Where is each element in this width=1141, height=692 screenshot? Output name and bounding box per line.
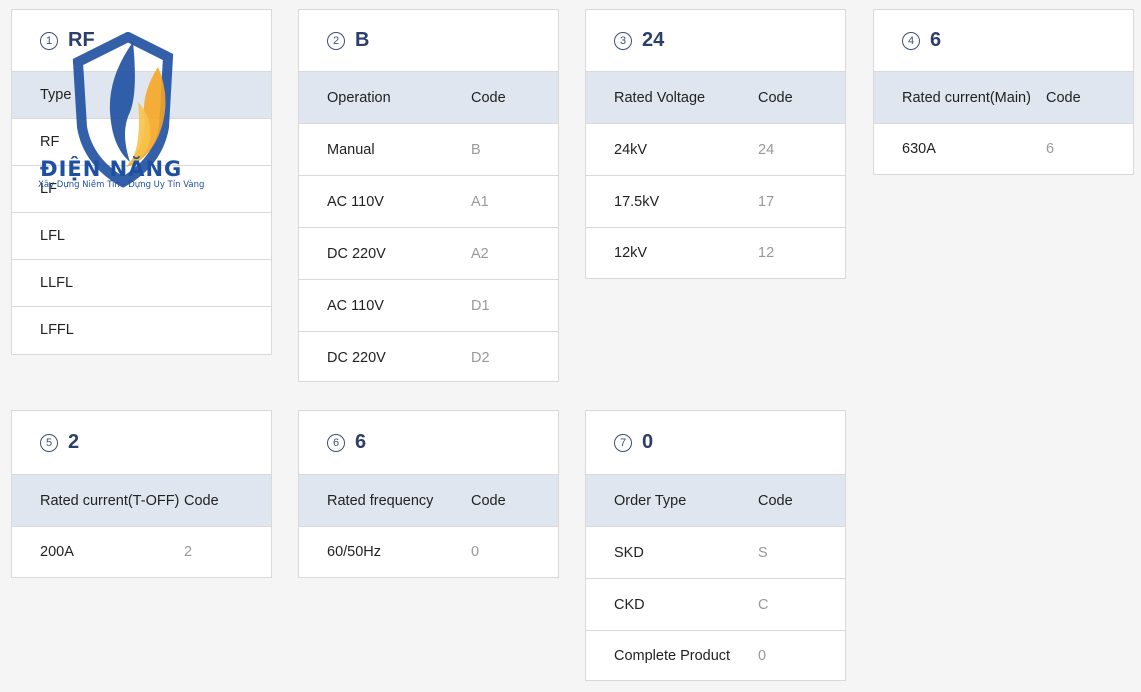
cell-value: LFFL <box>40 322 74 338</box>
cell-value: 630A <box>902 141 936 157</box>
logo-tagline: Xây Dựng Niềm Tin - Dựng Uy Tín Vàng <box>38 180 205 190</box>
table-row: SKD S <box>586 527 845 579</box>
cell-value: 17.5kV <box>614 193 660 210</box>
code-card-6: 6 6 Rated frequency Code 60/50Hz 0 <box>298 410 559 578</box>
column-header: Rated current(Main) <box>902 89 1031 106</box>
table-header-row: Rated current(T-OFF) Code <box>12 475 271 527</box>
cell-value: LLFL <box>40 275 74 291</box>
cell-value: LFL <box>40 228 65 244</box>
card-title: 2 <box>68 431 80 453</box>
cell-code: D1 <box>471 297 490 314</box>
card-title: 6 <box>355 431 367 453</box>
table-header-row: Rated current(Main) Code <box>874 72 1133 124</box>
code-card-3: 3 24 Rated Voltage Code 24kV 24 17.5kV 17 … <box>585 9 846 279</box>
column-header: Operation <box>327 89 391 106</box>
table-header-row: Operation Code <box>299 72 558 124</box>
card-header: 5 2 <box>12 411 271 475</box>
cell-value: SKD <box>614 544 644 561</box>
column-header: Code <box>184 492 219 509</box>
cell-code: S <box>758 544 768 561</box>
cell-code: 0 <box>471 544 480 560</box>
column-header: Code <box>758 492 793 509</box>
table-row: DC 220V A2 <box>299 228 558 280</box>
code-card-4: 4 6 Rated current(Main) Code 630A 6 <box>873 9 1134 175</box>
table-header-row: Rated frequency Code <box>299 475 558 527</box>
code-card-2: 2 B Operation Code Manual B AC 110V A1 DC … <box>298 9 559 382</box>
table-header-row: Order Type Code <box>586 475 845 527</box>
cell-code: A2 <box>471 245 489 262</box>
step-number: 6 <box>327 433 345 452</box>
cell-code: 6 <box>1046 141 1055 157</box>
column-header: Type <box>40 87 72 103</box>
cell-value: Manual <box>327 141 375 158</box>
card-header: 6 6 <box>299 411 558 475</box>
cell-code: A1 <box>471 193 489 210</box>
table-row: 630A 6 <box>874 124 1133 174</box>
table-row: 24kV 24 <box>586 124 845 176</box>
step-number: 4 <box>902 31 920 50</box>
table-row: CKD C <box>586 579 845 631</box>
code-card-7: 7 0 Order Type Code SKD S CKD C Complete P… <box>585 410 846 681</box>
card-title: 6 <box>930 29 942 51</box>
cell-code: C <box>758 596 769 613</box>
cell-code: 12 <box>758 245 775 261</box>
step-number: 2 <box>327 31 345 50</box>
step-number: 7 <box>614 433 632 452</box>
card-title: B <box>355 29 370 51</box>
table-row: AC 110V D1 <box>299 280 558 332</box>
cell-code: 2 <box>184 544 193 560</box>
table-header-row: Type <box>12 72 271 119</box>
table-header-row: Rated Voltage Code <box>586 72 845 124</box>
cell-value: AC 110V <box>327 297 384 314</box>
table-row: 17.5kV 17 <box>586 176 845 228</box>
column-header: Rated current(T-OFF) <box>40 492 180 509</box>
column-header: Code <box>471 492 506 509</box>
step-number: 5 <box>40 433 58 452</box>
table-row: AC 110V A1 <box>299 176 558 228</box>
cell-value: 60/50Hz <box>327 544 382 560</box>
cell-value: 24kV <box>614 141 648 158</box>
cell-code: 0 <box>758 647 767 664</box>
column-header: Code <box>1046 89 1081 106</box>
table-row: 60/50Hz 0 <box>299 527 558 577</box>
column-header: Order Type <box>614 492 687 509</box>
cell-code: D2 <box>471 349 490 366</box>
table-row: LLFL <box>12 260 271 307</box>
code-card-5: 5 2 Rated current(T-OFF) Code 200A 2 <box>11 410 272 578</box>
cell-code: 17 <box>758 193 775 210</box>
card-title: 24 <box>642 29 665 51</box>
column-header: Code <box>758 89 793 106</box>
step-number: 3 <box>614 31 632 50</box>
card-title: 0 <box>642 431 654 453</box>
step-number: 1 <box>40 31 58 50</box>
cell-value: 12kV <box>614 245 648 261</box>
column-header: Rated Voltage <box>614 89 706 106</box>
cell-value: DC 220V <box>327 245 386 262</box>
table-row: LFFL <box>12 307 271 353</box>
table-row: Manual B <box>299 124 558 176</box>
cell-value: 200A <box>40 544 74 560</box>
cell-value: CKD <box>614 596 645 613</box>
cell-code: 24 <box>758 141 775 158</box>
table-row: DC 220V D2 <box>299 332 558 383</box>
card-header: 2 B <box>299 10 558 72</box>
column-header: Code <box>471 89 506 106</box>
cell-value: AC 110V <box>327 193 384 210</box>
cell-value: DC 220V <box>327 349 386 366</box>
card-header: 4 6 <box>874 10 1133 72</box>
cell-code: B <box>471 141 481 158</box>
table-row: LFL <box>12 213 271 260</box>
card-header: 3 24 <box>586 10 845 72</box>
card-header: 1 RF <box>12 10 271 72</box>
cell-value: RF <box>40 134 60 150</box>
table-row: 200A 2 <box>12 527 271 577</box>
table-row: 12kV 12 <box>586 228 845 278</box>
card-title: RF <box>68 29 95 51</box>
cell-value: Complete Product <box>614 647 731 664</box>
column-header: Rated frequency <box>327 492 434 509</box>
logo-name: ĐIỆN NĂNG <box>40 157 183 181</box>
table-row: Complete Product 0 <box>586 631 845 680</box>
card-header: 7 0 <box>586 411 845 475</box>
